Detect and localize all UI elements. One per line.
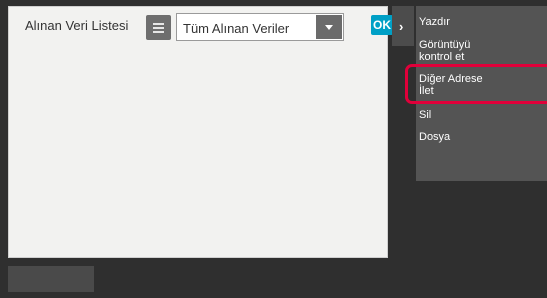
menu-item-file[interactable]: Dosya	[419, 131, 450, 143]
received-data-list-panel: Alınan Veri Listesi Tüm Alınan Veriler O…	[8, 6, 393, 258]
bottom-left-button[interactable]	[8, 266, 94, 292]
list-icon-line	[153, 27, 164, 29]
menu-item-check-image[interactable]: Görüntüyü kontrol et	[419, 39, 470, 63]
menu-item-delete[interactable]: Sil	[419, 109, 431, 121]
dropdown-button[interactable]	[316, 15, 342, 39]
action-side-panel: › Yazdır Görüntüyü kontrol et Diğer Adre…	[392, 6, 547, 258]
page-title: Alınan Veri Listesi	[25, 18, 129, 33]
list-icon-line	[153, 23, 164, 25]
filter-select[interactable]: Tüm Alınan Veriler	[176, 13, 344, 41]
menu-item-print[interactable]: Yazdır	[419, 16, 450, 28]
chevron-right-icon: ›	[399, 19, 404, 34]
side-panel-toggle[interactable]: ›	[392, 6, 414, 46]
filter-selected-value: Tüm Alınan Veriler	[183, 21, 290, 36]
chevron-down-icon	[325, 25, 333, 30]
list-icon[interactable]	[146, 15, 171, 40]
list-icon-line	[153, 31, 164, 33]
highlight-marker	[405, 64, 547, 104]
ok-button[interactable]: OK	[371, 15, 393, 35]
